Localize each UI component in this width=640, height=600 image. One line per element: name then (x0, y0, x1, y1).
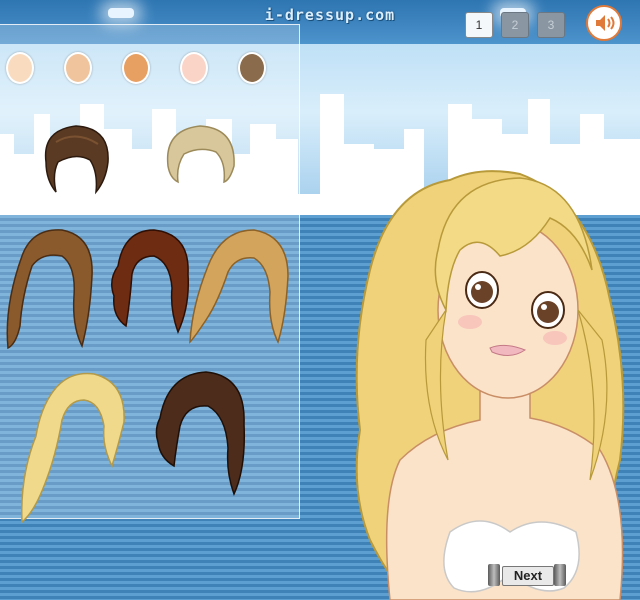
hair-option-brown-long-wavy[interactable] (2, 226, 98, 350)
next-button-label: Next (502, 566, 554, 586)
next-button-left-cap (488, 564, 500, 586)
skin-swatch-4[interactable] (180, 52, 208, 84)
skin-swatch-5[interactable] (238, 52, 266, 84)
skin-swatch-2[interactable] (64, 52, 92, 84)
next-button-right-cap (554, 564, 566, 586)
hair-option-blonde-short[interactable] (160, 122, 240, 188)
site-logo: i-dressup.com (264, 6, 396, 24)
spotlight-left (108, 8, 134, 18)
hair-option-auburn-curly[interactable] (104, 226, 196, 336)
dressup-model (355, 170, 625, 600)
page-1-button[interactable]: 1 (465, 12, 493, 38)
skin-swatch-3[interactable] (122, 52, 150, 84)
game-stage: i-dressup.com 1 2 3 Next (0, 0, 640, 600)
speaker-icon (596, 15, 615, 31)
sound-toggle-button[interactable] (586, 5, 622, 41)
page-3-button[interactable]: 3 (537, 12, 565, 38)
model-left-iris (471, 281, 493, 303)
skin-swatch-1[interactable] (6, 52, 34, 84)
hair-option-blonde-wavy[interactable] (14, 366, 130, 526)
model-right-iris (537, 301, 559, 323)
hair-option-honey-long[interactable] (188, 226, 294, 346)
next-button[interactable]: Next (488, 564, 566, 586)
hair-option-dark-brown-bob[interactable] (150, 368, 254, 498)
hair-option-brown-updo[interactable] (36, 122, 116, 208)
page-2-button[interactable]: 2 (501, 12, 529, 38)
